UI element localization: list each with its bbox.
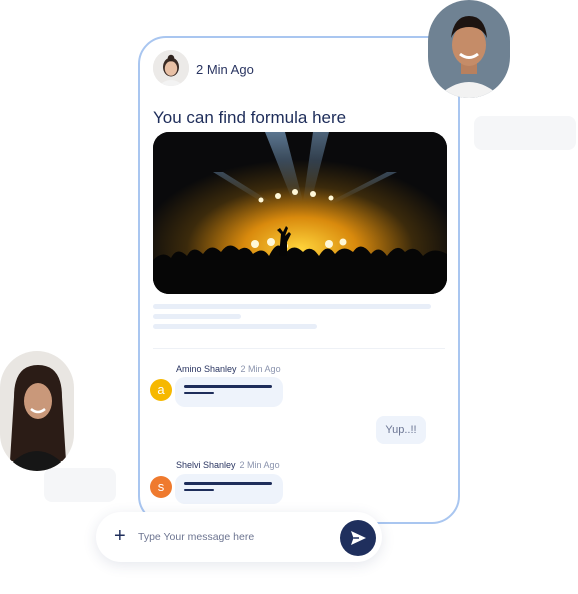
comment-avatar[interactable]: a <box>150 379 172 401</box>
comment-author: Shelvi Shanley 2 Min Ago <box>176 460 280 470</box>
comment-author-name: Amino Shanley <box>176 364 237 374</box>
ghost-chip-right <box>474 116 576 150</box>
post-time: 2 Min Ago <box>196 62 254 77</box>
plus-icon[interactable]: + <box>114 524 126 548</box>
divider <box>153 348 445 349</box>
concert-image[interactable] <box>153 132 447 294</box>
skeleton-line-2 <box>153 314 241 319</box>
post-title: You can find formula here <box>153 108 347 127</box>
message-composer: + Type Your message here <box>96 512 382 562</box>
reply-bubble: Yup..!! <box>376 416 426 444</box>
comment-bubble <box>175 377 283 407</box>
comment-time: 2 Min Ago <box>239 460 280 470</box>
comment-time: 2 Min Ago <box>240 364 281 374</box>
send-icon <box>351 531 366 545</box>
message-input[interactable]: Type Your message here <box>138 531 254 543</box>
floating-avatar-man[interactable] <box>428 0 510 98</box>
comment-bubble <box>175 474 283 504</box>
comment-author: Amino Shanley 2 Min Ago <box>176 364 281 374</box>
post-author-avatar[interactable] <box>153 50 189 86</box>
ghost-chip-left <box>44 468 116 502</box>
floating-avatar-woman[interactable] <box>0 351 74 471</box>
skeleton-line-1 <box>153 304 431 309</box>
send-button[interactable] <box>340 520 376 556</box>
comment-avatar[interactable]: s <box>150 476 172 498</box>
skeleton-line-3 <box>153 324 317 329</box>
comment-author-name: Shelvi Shanley <box>176 460 236 470</box>
post-card: 2 Min Ago You can find formula here a Am… <box>138 36 460 524</box>
